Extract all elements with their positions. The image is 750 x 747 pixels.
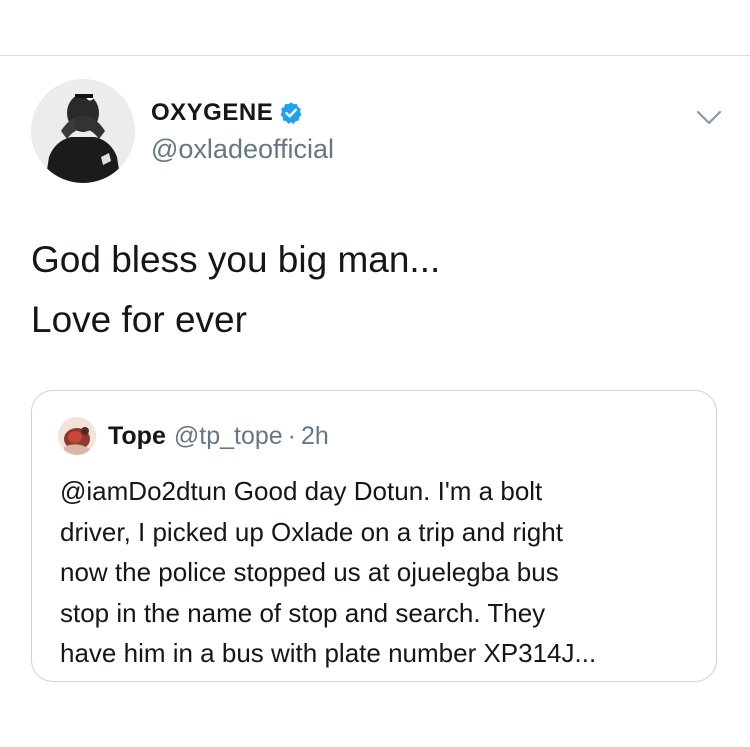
quoted-text-line: driver, I picked up Oxlade on a trip and… [60, 516, 563, 547]
author-avatar[interactable] [31, 79, 135, 183]
quoted-tweet-card[interactable]: Tope @tp_tope · 2h @iamDo2dtun Good day … [31, 390, 717, 682]
profile-photo-icon [31, 79, 135, 183]
tweet-text-line: God bless you big man... [31, 239, 441, 280]
quoted-author-avatar [58, 417, 96, 455]
quoted-author-name: Tope [108, 421, 166, 450]
quoted-text-line: now the police stopped us at ojuelegba b… [60, 557, 559, 587]
author-handle[interactable]: @oxladeofficial [151, 134, 334, 165]
quoted-tweet-timestamp: 2h [301, 421, 329, 450]
quoted-text-line: stop in the name of stop and search. The… [60, 597, 546, 628]
quoted-header-separator: · [287, 421, 296, 450]
quoted-author-handle: @tp_tope [173, 421, 283, 450]
verified-badge-icon [280, 102, 302, 124]
author-display-name[interactable]: OXYGENE [151, 99, 273, 127]
tweet-text-line: Love for ever [31, 299, 247, 340]
author-name-row: OXYGENE [151, 98, 303, 128]
quoted-tweet-text: @iamDo2dtun Good day Dotun. I'm a bolt d… [60, 471, 700, 674]
top-divider [0, 55, 750, 56]
chevron-down-icon[interactable] [692, 100, 726, 134]
quoted-text-line: have him in a bus with plate number XP31… [60, 638, 597, 668]
quoted-profile-photo-icon [58, 417, 96, 455]
quoted-text-line: @iamDo2dtun Good day Dotun. I'm a bolt [60, 476, 543, 506]
quoted-tweet-header: Tope @tp_tope · 2h [58, 417, 329, 455]
tweet-text: God bless you big man... Love for ever [31, 230, 721, 350]
